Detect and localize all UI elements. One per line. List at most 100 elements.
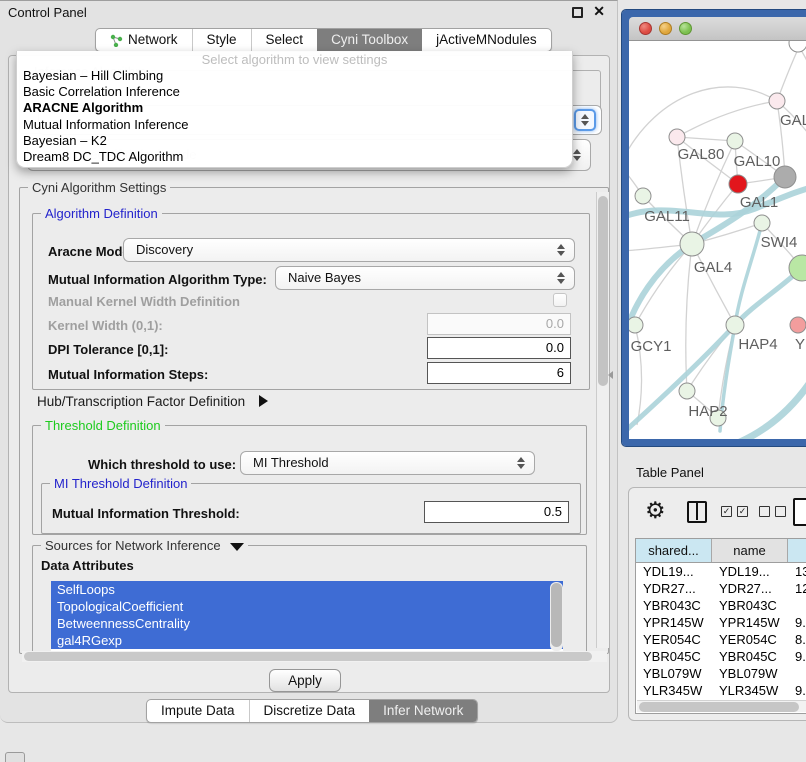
table-cell: YDR27... (712, 580, 788, 597)
network-node[interactable] (726, 316, 744, 334)
table-row[interactable]: YDL19...YDL19...13 (636, 563, 806, 580)
dropdown-item[interactable]: ARACNE Algorithm (17, 100, 572, 116)
checked-box-icon[interactable]: ✓ (721, 506, 732, 517)
dropdown-item[interactable]: Bayesian – K2 (17, 133, 572, 149)
tab-infer-network[interactable]: Infer Network (369, 700, 477, 722)
tab-cyni-toolbox[interactable]: Cyni Toolbox (317, 29, 422, 51)
network-node[interactable] (679, 383, 695, 399)
manual-kernel-label: Manual Kernel Width Definition (48, 294, 240, 309)
network-node[interactable] (629, 317, 643, 333)
unchecked-box-icon[interactable] (775, 506, 786, 517)
network-node[interactable] (769, 93, 785, 109)
table-cell: YBR045C (712, 648, 788, 665)
manual-kernel-checkbox[interactable] (553, 293, 567, 307)
dropdown-item[interactable]: Basic Correlation Inference (17, 84, 572, 100)
table-cell: 9. (788, 682, 806, 699)
table-row[interactable]: YLR345WYLR345W9. (636, 682, 806, 699)
table-horizontal-scrollbar[interactable] (637, 700, 806, 712)
mi-threshold-label: Mutual Information Threshold: (52, 506, 240, 521)
table-header-row: shared...name (636, 539, 806, 563)
attributes-scrollbar[interactable] (550, 582, 563, 651)
document-icon[interactable] (793, 498, 806, 526)
combo-stepper-icon[interactable] (513, 454, 529, 472)
data-attributes-list[interactable]: SelfLoopsTopologicalCoefficientBetweenne… (51, 581, 563, 652)
network-edge (692, 244, 735, 325)
attribute-item[interactable]: gal4RGexp (51, 632, 563, 649)
tab-style[interactable]: Style (192, 29, 251, 51)
settings-vertical-scrollbar[interactable] (596, 192, 609, 648)
threshold-definition-group: Threshold Definition Which threshold to … (32, 425, 587, 535)
network-node[interactable] (680, 232, 704, 256)
which-threshold-combobox[interactable]: MI Threshold (240, 451, 535, 475)
float-window-icon[interactable] (572, 7, 583, 18)
kernel-width-field[interactable]: 0.0 (427, 313, 571, 335)
mi-steps-field[interactable]: 6 (427, 362, 571, 384)
combo-stepper-icon[interactable] (553, 241, 569, 259)
column-header[interactable] (788, 539, 806, 562)
table-row[interactable]: YDR27...YDR27...12 (636, 580, 806, 597)
network-node[interactable] (790, 317, 806, 333)
tab-jactivemnodules[interactable]: jActiveMNodules (422, 29, 551, 51)
table-row[interactable]: YBR043CYBR043C (636, 597, 806, 614)
column-header[interactable]: shared... (636, 539, 712, 562)
table-cell: YER054C (712, 631, 788, 648)
network-node[interactable] (729, 175, 747, 193)
network-edge (677, 137, 735, 141)
aracne-mode-combobox[interactable]: Discovery (123, 238, 575, 262)
apply-button[interactable]: Apply (269, 669, 341, 692)
table-cell: YER054C (636, 631, 712, 648)
combo-stepper-icon[interactable] (553, 269, 569, 287)
checked-box-icon[interactable]: ✓ (737, 506, 748, 517)
attribute-item[interactable]: SelfLoops (51, 581, 563, 598)
mi-threshold-field[interactable]: 0.5 (424, 501, 569, 523)
splitpane-handle-icon[interactable] (608, 371, 613, 379)
table-cell: YLR345W (636, 682, 712, 699)
mi-type-combobox[interactable]: Naive Bayes (275, 266, 575, 290)
table-row[interactable]: YER054CYER054C8. (636, 631, 806, 648)
tab-network[interactable]: Network (96, 29, 192, 51)
minimize-traffic-light-icon[interactable] (659, 22, 672, 35)
settings-horizontal-scrollbar[interactable] (22, 651, 607, 662)
table-panel: ⚙ ✓ ✓ shared...name YDL19...YDL19...13YD… (628, 487, 806, 721)
hub-definition-toggle[interactable]: Hub/Transcription Factor Definition (37, 394, 268, 409)
table-cell: YLR345W (712, 682, 788, 699)
table-cell: YDL19... (636, 563, 712, 580)
dropdown-item[interactable]: Dream8 DC_TDC Algorithm (17, 149, 572, 165)
network-node[interactable] (635, 188, 651, 204)
network-node[interactable] (789, 41, 806, 52)
tab-discretize-data[interactable]: Discretize Data (249, 700, 370, 722)
node-label: GAL10 (734, 153, 781, 170)
dpi-tolerance-field[interactable]: 0.0 (427, 337, 571, 359)
cyni-algorithm-settings-group: Cyni Algorithm Settings Algorithm Defini… (19, 187, 609, 654)
network-node[interactable] (754, 215, 770, 231)
network-node[interactable] (727, 133, 743, 149)
combo-stepper-icon[interactable] (574, 109, 596, 131)
table-cell: YBR045C (636, 648, 712, 665)
node-label: GAL (780, 112, 806, 129)
table-cell: 12 (788, 580, 806, 597)
column-header[interactable]: name (712, 539, 788, 562)
unchecked-box-icon[interactable] (759, 506, 770, 517)
attribute-item[interactable]: TopologicalCoefficient (51, 598, 563, 615)
gear-icon[interactable]: ⚙ (645, 497, 666, 523)
close-traffic-light-icon[interactable] (639, 22, 652, 35)
table-row[interactable]: YPR145WYPR145W9. (636, 614, 806, 631)
split-columns-icon[interactable] (687, 501, 707, 523)
network-node[interactable] (669, 129, 685, 145)
sources-title[interactable]: Sources for Network Inference (41, 538, 248, 553)
algorithm-definition-group: Algorithm Definition Aracne Mode: Discov… (32, 213, 590, 390)
network-canvas[interactable]: GALGAL80GAL10GAL1GAL11SWI4GAL4GCY1HAP4YH… (629, 41, 806, 439)
tab-select[interactable]: Select (251, 29, 318, 51)
tab-label: Network (128, 29, 178, 51)
zoom-traffic-light-icon[interactable] (679, 22, 692, 35)
network-edge (777, 47, 799, 101)
network-view-window: GALGAL80GAL10GAL1GAL11SWI4GAL4GCY1HAP4YH… (622, 10, 806, 446)
table-row[interactable]: YBL079WYBL079W (636, 665, 806, 682)
tab-impute-data[interactable]: Impute Data (147, 700, 249, 722)
minimized-panel-button[interactable] (5, 752, 25, 762)
dropdown-item[interactable]: Mutual Information Inference (17, 117, 572, 133)
attribute-item[interactable]: BetweennessCentrality (51, 615, 563, 632)
table-row[interactable]: YBR045CYBR045C9. (636, 648, 806, 665)
dropdown-item[interactable]: Bayesian – Hill Climbing (17, 68, 572, 84)
close-icon[interactable]: ✕ (593, 3, 605, 20)
